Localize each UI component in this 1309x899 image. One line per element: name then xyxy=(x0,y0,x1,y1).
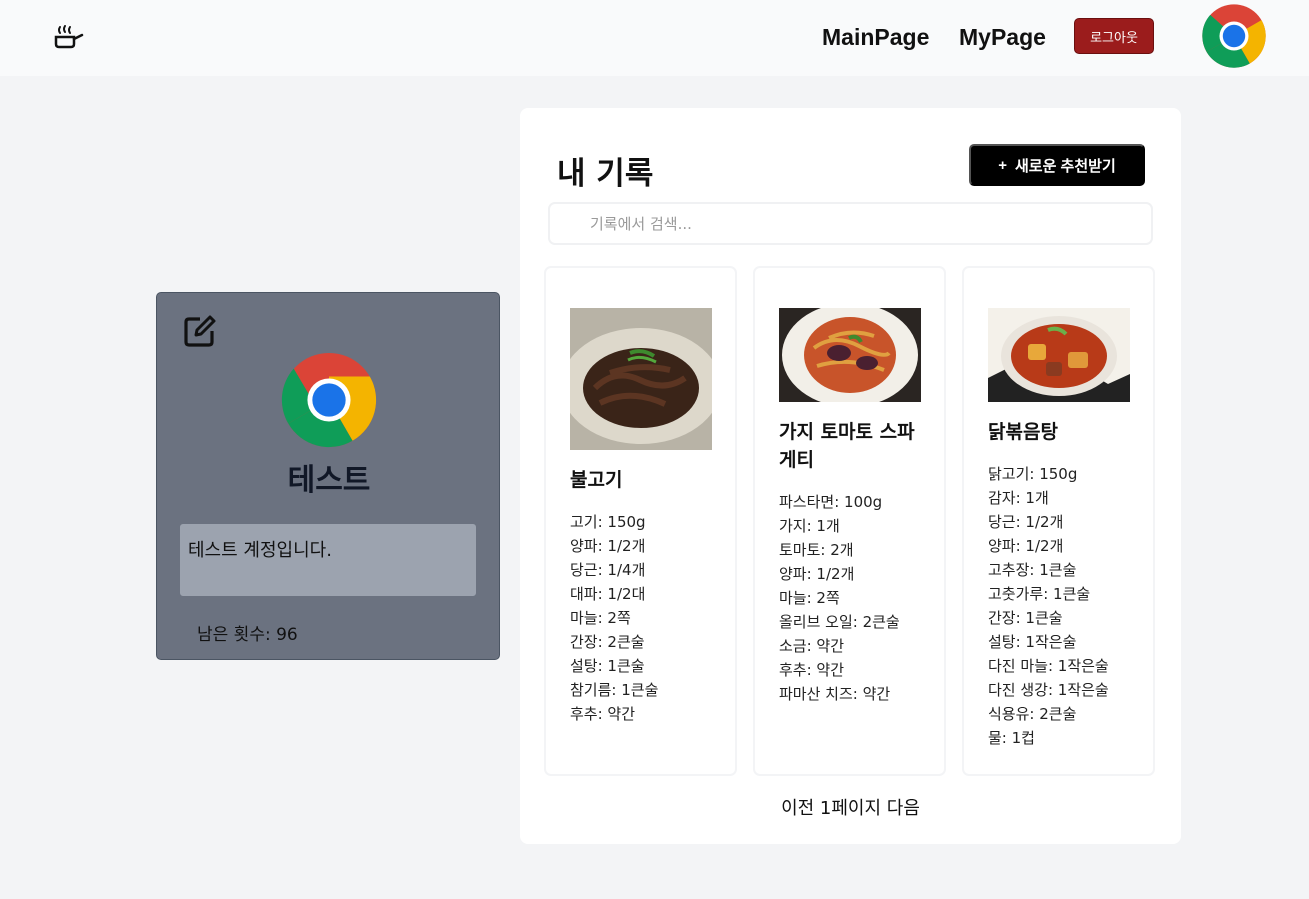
ingredient-item: 후추: 약간 xyxy=(779,661,845,679)
pagination: 이전 1페이지 다음 xyxy=(520,794,1181,820)
eggplant-tomato-spaghetti-image xyxy=(779,308,921,402)
page-title: 내 기록 xyxy=(557,156,654,192)
new-recommendation-label: 새로운 추천받기 xyxy=(1014,157,1116,175)
ingredient-item: 설탕: 1큰술 xyxy=(570,657,645,675)
ingredient-item: 파마산 치즈: 약간 xyxy=(779,685,891,703)
frying-pan-icon[interactable] xyxy=(50,22,84,52)
ingredient-item: 양파: 1/2개 xyxy=(779,565,855,583)
bulgogi-image xyxy=(570,308,712,450)
profile-card: 테스트 테스트 계정입니다. 남은 횟수: 96 xyxy=(156,292,500,660)
ingredient-item: 간장: 2큰술 xyxy=(570,633,645,651)
new-recommendation-button[interactable]: + 새로운 추천받기 xyxy=(969,144,1145,186)
recipe-title: 불고기 xyxy=(570,469,623,491)
ingredient-item: 고추장: 1큰술 xyxy=(988,561,1077,579)
prev-page-link[interactable]: 이전 xyxy=(781,798,814,819)
profile-avatar xyxy=(281,352,377,448)
search-input[interactable] xyxy=(548,202,1153,245)
ingredient-item: 물: 1컵 xyxy=(988,729,1035,747)
remaining-count: 남은 횟수: 96 xyxy=(197,625,298,645)
ingredient-item: 식용유: 2큰술 xyxy=(988,705,1077,723)
ingredient-item: 다진 생강: 1작은술 xyxy=(988,681,1109,699)
recipe-title: 가지 토마토 스파게티 xyxy=(779,421,915,471)
ingredient-item: 당근: 1/4개 xyxy=(570,561,646,579)
ingredient-list: 파스타면: 100g 가지: 1개 토마토: 2개 양파: 1/2개 마늘: 2… xyxy=(779,490,939,706)
ingredient-item: 마늘: 2쪽 xyxy=(779,589,840,607)
ingredient-list: 닭고기: 150g 감자: 1개 당근: 1/2개 양파: 1/2개 고추장: … xyxy=(988,462,1148,750)
current-page: 1페이지 xyxy=(819,798,882,819)
ingredient-item: 후추: 약간 xyxy=(570,705,636,723)
plus-icon: + xyxy=(998,156,1007,174)
profile-name: 테스트 xyxy=(287,463,371,498)
ingredient-item: 토마토: 2개 xyxy=(779,541,854,559)
records-panel: 내 기록 + 새로운 추천받기 불고기 고기: 150g 양파: 1/2개 당근… xyxy=(520,108,1181,844)
logout-button[interactable]: 로그아웃 xyxy=(1074,18,1154,54)
ingredient-item: 올리브 오일: 2큰술 xyxy=(779,613,900,631)
ingredient-item: 감자: 1개 xyxy=(988,489,1049,507)
ingredient-item: 파스타면: 100g xyxy=(779,493,883,511)
recipe-card[interactable]: 닭볶음탕 닭고기: 150g 감자: 1개 당근: 1/2개 양파: 1/2개 … xyxy=(962,266,1155,776)
ingredient-item: 고기: 150g xyxy=(570,513,646,531)
ingredient-item: 간장: 1큰술 xyxy=(988,609,1063,627)
recipe-card[interactable]: 불고기 고기: 150g 양파: 1/2개 당근: 1/4개 대파: 1/2대 … xyxy=(544,266,737,776)
ingredient-item: 참기름: 1큰술 xyxy=(570,681,659,699)
ingredient-item: 가지: 1개 xyxy=(779,517,840,535)
ingredient-item: 다진 마늘: 1작은술 xyxy=(988,657,1109,675)
recipe-card[interactable]: 가지 토마토 스파게티 파스타면: 100g 가지: 1개 토마토: 2개 양파… xyxy=(753,266,946,776)
next-page-link[interactable]: 다음 xyxy=(887,798,920,819)
ingredient-item: 소금: 약간 xyxy=(779,637,845,655)
nav-mainpage-link[interactable]: MainPage xyxy=(822,24,929,51)
ingredient-list: 고기: 150g 양파: 1/2개 당근: 1/4개 대파: 1/2대 마늘: … xyxy=(570,510,730,726)
ingredient-item: 설탕: 1작은술 xyxy=(988,633,1077,651)
ingredient-item: 마늘: 2쪽 xyxy=(570,609,631,627)
ingredient-item: 고춧가루: 1큰술 xyxy=(988,585,1091,603)
ingredient-item: 대파: 1/2대 xyxy=(570,585,646,603)
ingredient-item: 양파: 1/2개 xyxy=(570,537,646,555)
profile-bio: 테스트 계정입니다. xyxy=(179,523,477,597)
ingredient-item: 양파: 1/2개 xyxy=(988,537,1064,555)
edit-icon[interactable] xyxy=(182,313,218,349)
dakbokkeumtang-image xyxy=(988,308,1130,402)
nav-mypage-link[interactable]: MyPage xyxy=(959,24,1046,51)
recipe-title: 닭볶음탕 xyxy=(988,421,1058,443)
ingredient-item: 닭고기: 150g xyxy=(988,465,1078,483)
chrome-avatar-icon[interactable] xyxy=(1201,3,1267,69)
top-navbar: MainPage MyPage 로그아웃 xyxy=(0,0,1309,76)
ingredient-item: 당근: 1/2개 xyxy=(988,513,1064,531)
